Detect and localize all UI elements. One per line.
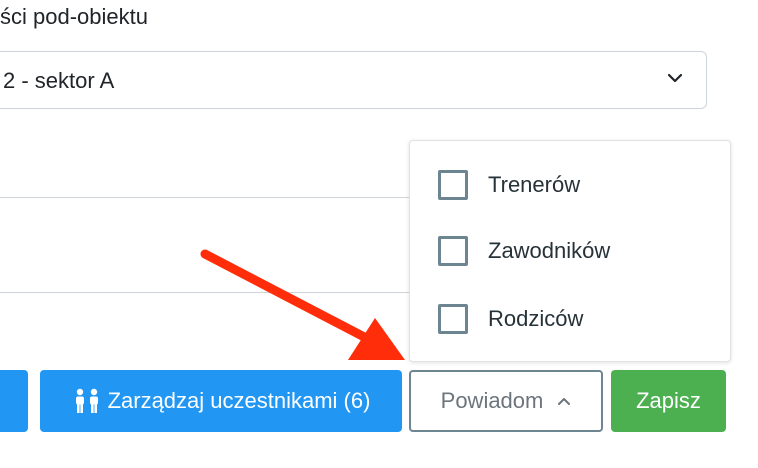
- option-athletes[interactable]: Zawodników: [438, 234, 610, 268]
- left-partial-button[interactable]: [0, 370, 28, 432]
- people-icon: [72, 388, 102, 414]
- subobject-label: ści pod-obiektu: [0, 4, 148, 29]
- manage-participants-button[interactable]: Zarządzaj uczestnikami (6): [40, 370, 402, 432]
- athletes-checkbox[interactable]: [438, 236, 468, 266]
- option-parents[interactable]: Rodziców: [438, 302, 583, 336]
- trainers-checkbox[interactable]: [438, 170, 468, 200]
- chevron-up-icon: [557, 396, 571, 406]
- subobject-select[interactable]: 2 - sektor A: [0, 51, 707, 109]
- subobject-select-value: 2 - sektor A: [3, 68, 115, 93]
- notify-label: Powiadom: [440, 388, 544, 413]
- description-textarea[interactable]: [0, 197, 430, 293]
- notify-dropdown-menu: Trenerów Zawodników Rodziców: [409, 140, 731, 362]
- notify-button[interactable]: Powiadom: [409, 370, 603, 432]
- parents-label: Rodziców: [488, 306, 584, 331]
- save-button[interactable]: Zapisz: [611, 370, 726, 432]
- parents-checkbox[interactable]: [438, 304, 468, 334]
- manage-participants-label: Zarządzaj uczestnikami (6): [107, 388, 371, 413]
- trainers-label: Trenerów: [488, 172, 581, 197]
- option-trainers[interactable]: Trenerów: [438, 168, 580, 202]
- chevron-down-icon: [667, 73, 683, 83]
- athletes-label: Zawodników: [488, 238, 611, 263]
